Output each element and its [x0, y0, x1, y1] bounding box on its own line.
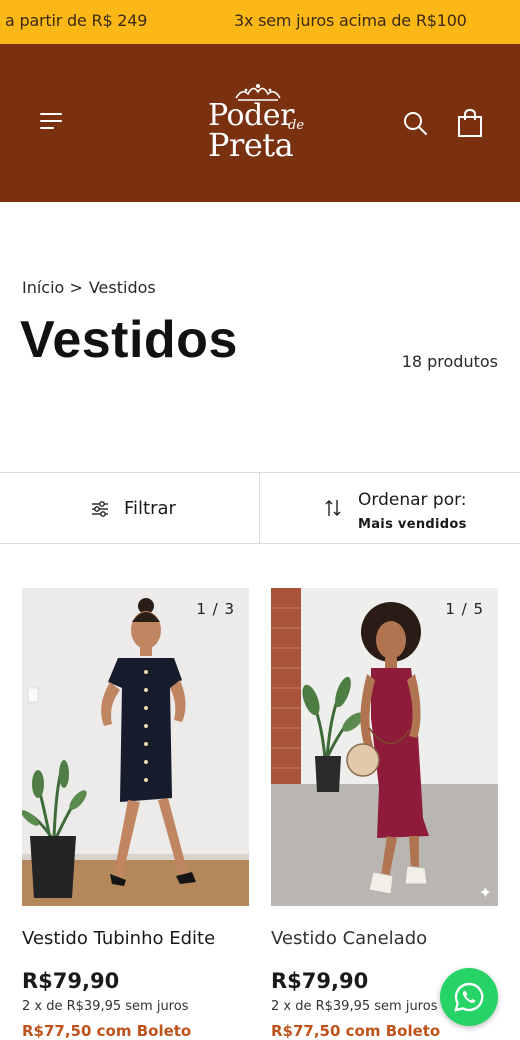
search-icon[interactable] — [402, 110, 430, 138]
filter-button[interactable]: Filtrar — [0, 473, 259, 543]
logo[interactable]: Poder de Preta — [196, 78, 324, 170]
filter-sort-bar: Filtrar Ordenar por: Mais vendidos — [0, 472, 520, 544]
product-image[interactable]: 1 / 3 — [22, 588, 249, 906]
breadcrumb-current: Vestidos — [88, 278, 156, 297]
filter-label: Filtrar — [124, 498, 176, 519]
sort-button[interactable]: Ordenar por: Mais vendidos — [260, 473, 520, 543]
announcement-message: 3x sem juros acima de R$100 — [234, 11, 467, 30]
product-installments: 2 x de R$39,95 sem juros — [22, 999, 189, 1014]
product-boleto-price: R$77,50 com Boleto — [22, 1022, 192, 1040]
product-name[interactable]: Vestido Tubinho Edite — [22, 928, 249, 949]
sparkle-icon: ✦ — [478, 883, 492, 902]
product-image[interactable]: 1 / 5 ✦ — [271, 588, 498, 906]
whatsapp-button[interactable] — [440, 968, 498, 1026]
breadcrumb-home-link[interactable]: Início — [22, 278, 64, 297]
whatsapp-icon — [454, 982, 484, 1012]
sort-value: Mais vendidos — [358, 517, 467, 532]
filter-sliders-icon — [92, 501, 108, 517]
sort-arrows-icon — [325, 500, 341, 516]
announcement-message: s a partir de R$ 249 — [0, 11, 148, 30]
product-price: R$79,90 — [22, 969, 120, 993]
breadcrumb: Início > Vestidos — [22, 278, 162, 297]
image-counter: 1 / 5 — [445, 600, 484, 618]
cart-icon[interactable] — [456, 108, 484, 138]
announcement-bar: s a partir de R$ 249 3x sem juros acima … — [0, 0, 520, 44]
image-counter: 1 / 3 — [196, 600, 235, 618]
product-name[interactable]: Vestido Canelado — [271, 928, 498, 949]
page-title: Vestidos — [20, 311, 238, 369]
product-card[interactable]: 1 / 3 Vestido Tubinho Edite R$79,90 2 x … — [22, 588, 249, 1040]
site-header: Poder de Preta — [0, 44, 520, 202]
menu-icon[interactable] — [36, 108, 66, 134]
product-count: 18 produtos — [401, 352, 498, 371]
breadcrumb-separator: > — [69, 278, 83, 297]
sort-label: Ordenar por: — [358, 490, 467, 510]
logo-text: Preta — [208, 126, 294, 164]
